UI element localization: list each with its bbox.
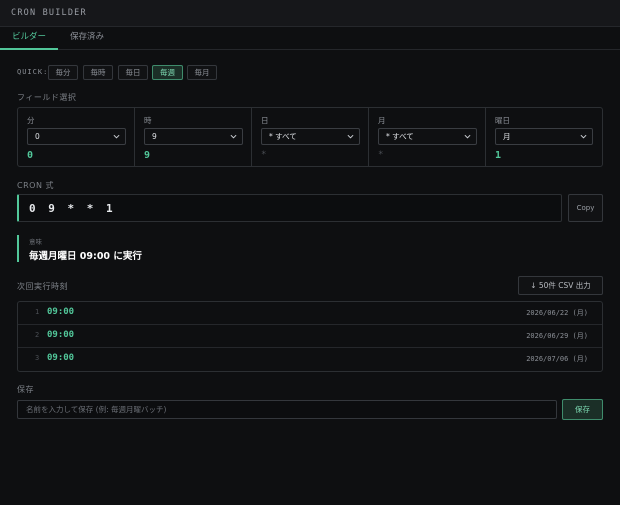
field-hour: 時 9 9 [135, 108, 252, 166]
fields-section-label: フィールド選択 [17, 93, 77, 102]
field-minute: 分 0 0 [18, 108, 135, 166]
field-hour-label: 時 [144, 116, 152, 125]
hour-select[interactable]: 9 [144, 128, 243, 145]
minute-select-value: 0 [35, 132, 40, 141]
tab-bar: ビルダー 保存済み [0, 27, 620, 50]
chevron-down-icon [464, 134, 471, 139]
weekday-select-value: 月 [503, 132, 511, 141]
cron-expression-display[interactable]: 0 9 * * 1 [17, 194, 562, 222]
meaning-label: 意味 [29, 238, 42, 246]
day-select[interactable]: * すべて [261, 128, 360, 145]
list-item: 2 09:00 2026/06/29 (月) [18, 325, 602, 348]
tab-saved[interactable]: 保存済み [58, 27, 116, 50]
run-index: 3 [35, 354, 40, 362]
save-button[interactable]: 保存 [562, 399, 603, 420]
csv-export-button[interactable]: ↓ 50件 CSV 出力 [518, 276, 603, 295]
cron-section-label: CRON 式 [17, 181, 54, 190]
preset-weekly-button[interactable]: 毎週 [152, 65, 183, 80]
hour-select-value: 9 [152, 132, 157, 141]
weekday-select[interactable]: 月 [495, 128, 593, 145]
field-selector-panel: 分 0 0 時 9 9 日 * すべて * 月 * すべて * 曜日 月 1 [17, 107, 603, 167]
field-day-label: 日 [261, 116, 269, 125]
field-minute-label: 分 [27, 116, 35, 125]
preset-every-minute-button[interactable]: 毎分 [48, 65, 78, 80]
weekday-value: 1 [495, 150, 502, 161]
hour-value: 9 [144, 150, 151, 161]
run-date: 2026/06/22 (月) [526, 309, 588, 317]
run-date: 2026/07/06 (月) [526, 355, 588, 363]
run-date: 2026/06/29 (月) [526, 332, 588, 340]
copy-button[interactable]: Copy [568, 194, 603, 222]
field-weekday: 曜日 月 1 [486, 108, 602, 166]
field-month: 月 * すべて * [369, 108, 486, 166]
field-day: 日 * すべて * [252, 108, 369, 166]
run-index: 2 [35, 331, 40, 339]
chevron-down-icon [347, 134, 354, 139]
meaning-text: 毎週月曜日 09:00 に実行 [29, 251, 142, 262]
list-item: 1 09:00 2026/06/22 (月) [18, 302, 602, 325]
minute-value: 0 [27, 150, 34, 161]
cron-expression: 0 9 * * 1 [29, 202, 116, 215]
month-value: * [378, 150, 384, 160]
app-title: CRON BUILDER [11, 8, 87, 18]
run-index: 1 [35, 308, 40, 316]
month-select[interactable]: * すべて [378, 128, 477, 145]
save-section-label: 保存 [17, 385, 34, 394]
preset-hourly-button[interactable]: 毎時 [83, 65, 113, 80]
next-runs-label: 次回実行時刻 [17, 282, 68, 291]
chevron-down-icon [230, 134, 237, 139]
next-runs-list: 1 09:00 2026/06/22 (月) 2 09:00 2026/06/2… [17, 301, 603, 372]
preset-daily-button[interactable]: 毎日 [118, 65, 148, 80]
field-month-label: 月 [378, 116, 386, 125]
run-time: 09:00 [47, 330, 75, 340]
meaning-panel: 意味 毎週月曜日 09:00 に実行 [17, 235, 317, 262]
minute-select[interactable]: 0 [27, 128, 126, 145]
month-select-value: * すべて [386, 132, 414, 141]
day-value: * [261, 150, 267, 160]
day-select-value: * すべて [269, 132, 297, 141]
tab-builder[interactable]: ビルダー [0, 27, 58, 50]
field-weekday-label: 曜日 [495, 116, 510, 125]
preset-monthly-button[interactable]: 毎月 [187, 65, 217, 80]
save-name-input[interactable] [17, 400, 557, 419]
chevron-down-icon [113, 134, 120, 139]
chevron-down-icon [580, 134, 587, 139]
list-item: 3 09:00 2026/07/06 (月) [18, 348, 602, 371]
run-time: 09:00 [47, 353, 75, 363]
run-time: 09:00 [47, 307, 75, 317]
title-bar: CRON BUILDER [0, 0, 620, 27]
quick-label: QUICK: [17, 68, 49, 76]
